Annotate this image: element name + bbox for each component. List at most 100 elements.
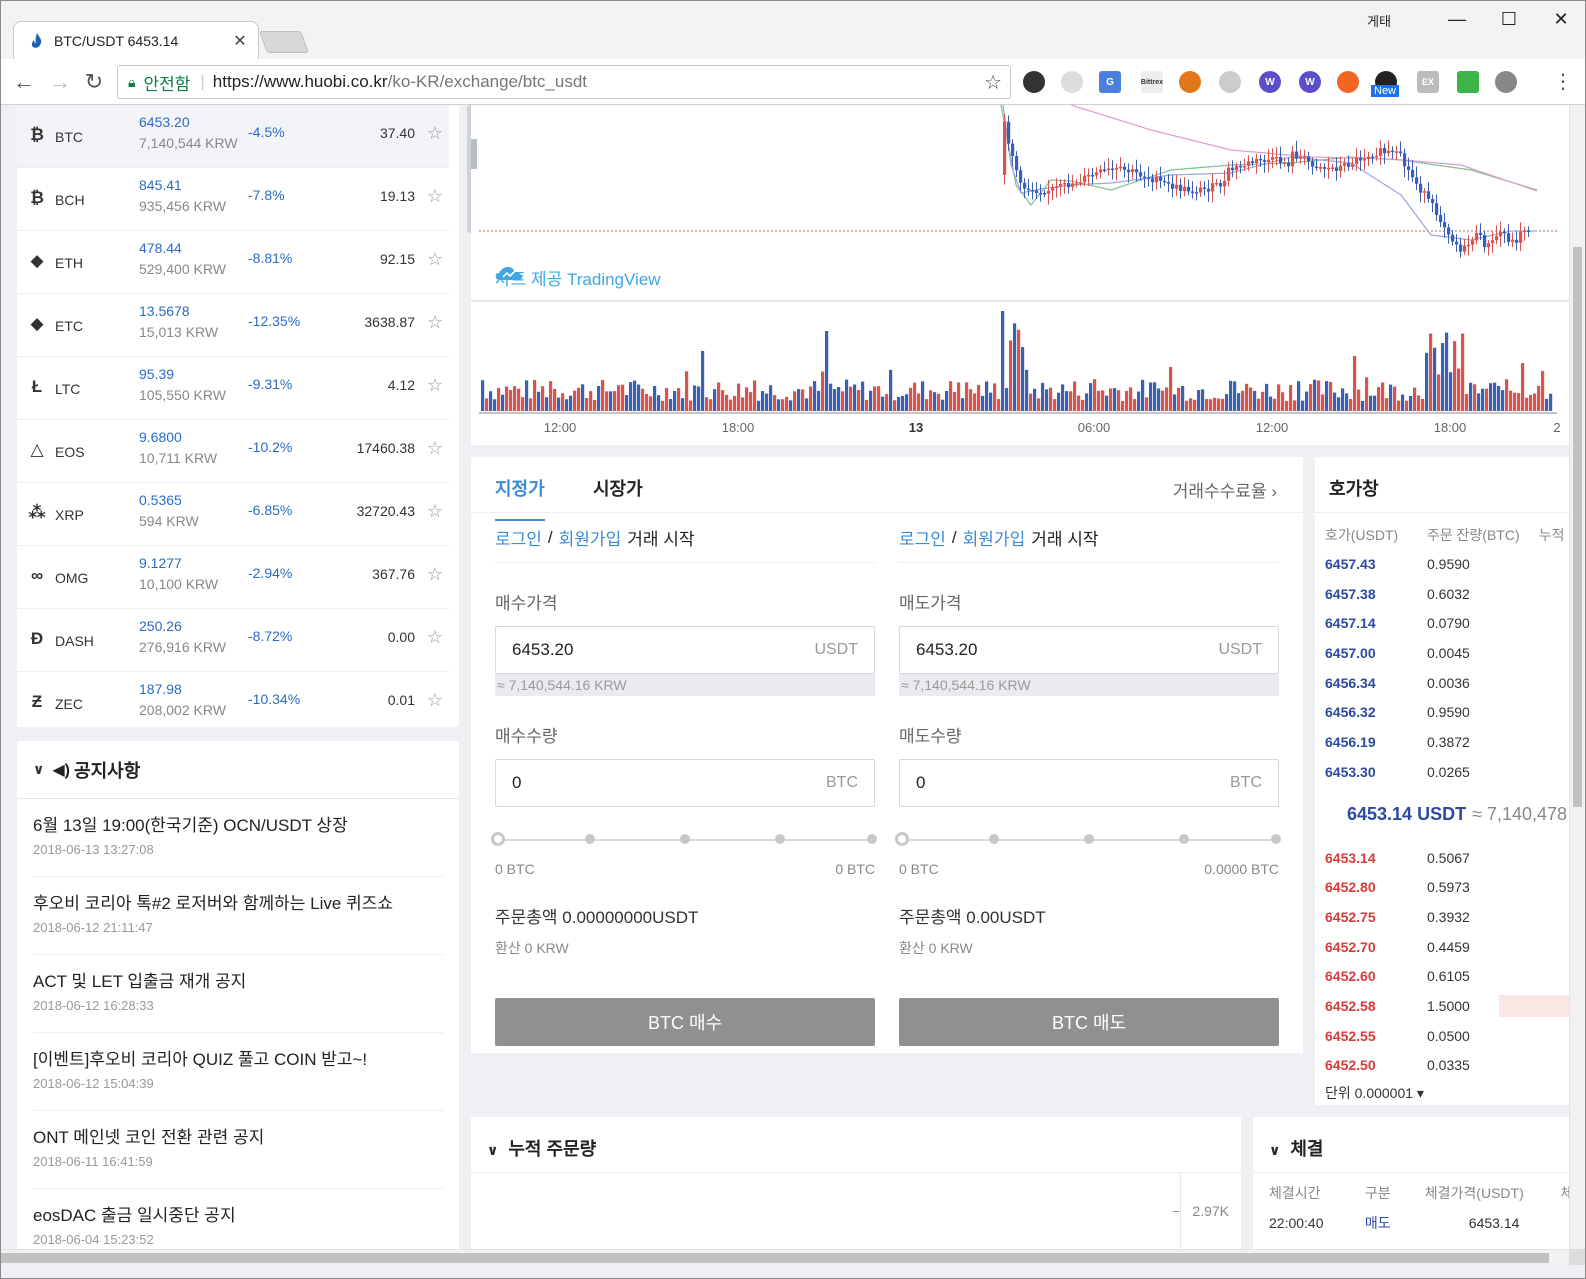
extension-ws-icon[interactable]: W bbox=[1299, 71, 1321, 93]
favorite-star-icon[interactable]: ☆ bbox=[427, 375, 443, 396]
trades-header[interactable]: ∨ 체결 bbox=[1253, 1117, 1569, 1173]
favorite-star-icon[interactable]: ☆ bbox=[427, 438, 443, 459]
notice-item[interactable]: eosDAC 출금 일시중단 공지 2018-06-04 15:23:52 bbox=[33, 1189, 443, 1249]
extension-ex-icon[interactable]: EX bbox=[1417, 71, 1439, 93]
market-row-omg[interactable]: ∞ OMG 9.1277 10,100 KRW -2.94% 367.76 ☆ bbox=[17, 546, 449, 609]
notice-item[interactable]: [이벤트]후오비 코리아 QUIZ 풀고 COIN 받고~! 2018-06-12… bbox=[33, 1033, 443, 1111]
favorite-star-icon[interactable]: ☆ bbox=[427, 312, 443, 333]
market-row-bch[interactable]: ₿ BCH 845.41 935,456 KRW -7.8% 19.13 ☆ bbox=[17, 168, 449, 231]
extension-chain-icon[interactable] bbox=[1495, 71, 1517, 93]
buy-price-input[interactable]: 6453.20 USDT bbox=[495, 626, 875, 674]
slider-step-75[interactable] bbox=[1179, 834, 1189, 844]
market-row-ltc[interactable]: Ł LTC 95.39 105,550 KRW -9.31% 4.12 ☆ bbox=[17, 357, 449, 420]
browser-tab[interactable]: BTC/USDT 6453.14 ✕ bbox=[13, 21, 259, 59]
slider-handle[interactable] bbox=[895, 832, 909, 846]
slider-handle[interactable] bbox=[491, 832, 505, 846]
minimize-icon[interactable]: — bbox=[1431, 1, 1483, 37]
orderbook-row[interactable]: 6456.34 0.0036 bbox=[1315, 668, 1569, 698]
price-unit-select[interactable]: 단위 0.000001 ▾ bbox=[1325, 1083, 1424, 1103]
orderbook-row[interactable]: 6452.55 0.0500 bbox=[1315, 1021, 1569, 1051]
back-icon[interactable]: ← bbox=[9, 67, 39, 97]
orderbook-row[interactable]: 6457.38 0.6032 bbox=[1315, 579, 1569, 609]
extension-lifebuoy-icon[interactable] bbox=[1337, 71, 1359, 93]
login-link[interactable]: 로그인 bbox=[495, 525, 542, 550]
orderbook-row[interactable]: 6457.00 0.0045 bbox=[1315, 638, 1569, 668]
slider-step-25[interactable] bbox=[989, 834, 999, 844]
favorite-star-icon[interactable]: ☆ bbox=[427, 690, 443, 711]
slider-step-100[interactable] bbox=[867, 834, 877, 844]
market-row-dash[interactable]: Đ DASH 250.26 276,916 KRW -8.72% 0.00 ☆ bbox=[17, 609, 449, 672]
login-link[interactable]: 로그인 bbox=[899, 525, 946, 550]
close-window-icon[interactable]: ✕ bbox=[1535, 1, 1585, 37]
extension-translate-icon[interactable]: G bbox=[1099, 71, 1121, 93]
depth-header[interactable]: ∨ 누적 주문량 bbox=[471, 1117, 1241, 1173]
orderbook-row[interactable]: 6452.75 0.3932 bbox=[1315, 902, 1569, 932]
maximize-icon[interactable]: ☐ bbox=[1483, 1, 1535, 37]
sell-price-input[interactable]: 6453.20 USDT bbox=[899, 626, 1279, 674]
sell-qty-input[interactable]: 0 BTC bbox=[899, 759, 1279, 807]
notice-header[interactable]: ∨ ◀︎) 공지사항 bbox=[17, 741, 459, 799]
extension-print-icon[interactable] bbox=[1457, 71, 1479, 93]
extension-circle-icon[interactable] bbox=[1061, 71, 1083, 93]
address-bar[interactable]: 🔒︎ 안전함 | https://www.huobi.co.kr /ko-KR/… bbox=[117, 65, 1011, 99]
orderbook-row[interactable]: 6457.43 0.9590 bbox=[1315, 549, 1569, 579]
signup-link[interactable]: 회원가입 bbox=[963, 525, 1026, 550]
sell-amount-slider[interactable] bbox=[895, 825, 1281, 855]
notice-item[interactable]: ACT 및 LET 입출금 재개 공지 2018-06-12 16:28:33 bbox=[33, 955, 443, 1033]
orderbook-row[interactable]: 6452.70 0.4459 bbox=[1315, 932, 1569, 962]
market-row-etc[interactable]: ◆ ETC 13.5678 15,013 KRW -12.35% 3638.87 ☆ bbox=[17, 294, 449, 357]
extension-metamask-icon[interactable] bbox=[1179, 71, 1201, 93]
orderbook-row[interactable]: 6456.19 0.3872 bbox=[1315, 727, 1569, 757]
market-row-eth[interactable]: ◆ ETH 478.44 529,400 KRW -8.81% 92.15 ☆ bbox=[17, 231, 449, 294]
browser-menu-icon[interactable]: ⋮ bbox=[1553, 69, 1573, 94]
orderbook-row[interactable]: 6452.50 0.0335 bbox=[1315, 1050, 1569, 1080]
vertical-scroll-thumb[interactable] bbox=[1573, 247, 1582, 807]
horizontal-scroll-thumb[interactable] bbox=[1, 1253, 1549, 1263]
bookmark-star-icon[interactable]: ☆ bbox=[984, 70, 1002, 95]
orderbook-row[interactable]: 6452.60 0.6105 bbox=[1315, 961, 1569, 991]
close-tab-icon[interactable]: ✕ bbox=[232, 31, 248, 51]
buy-amount-slider[interactable] bbox=[491, 825, 877, 855]
new-tab-button[interactable] bbox=[258, 31, 310, 53]
slider-step-75[interactable] bbox=[775, 834, 785, 844]
tab-limit-order[interactable]: 지정가 bbox=[495, 475, 545, 521]
market-row-btc[interactable]: ₿ BTC 6453.20 7,140,544 KRW -4.5% 37.40 ☆ bbox=[17, 105, 449, 168]
orderbook-row[interactable]: 6452.80 0.5973 bbox=[1315, 872, 1569, 902]
favorite-star-icon[interactable]: ☆ bbox=[427, 564, 443, 585]
tab-market-order[interactable]: 시장가 bbox=[593, 475, 643, 501]
favorite-star-icon[interactable]: ☆ bbox=[427, 627, 443, 648]
extension-target-icon[interactable] bbox=[1023, 71, 1045, 93]
sell-button[interactable]: BTC 매도 bbox=[899, 998, 1279, 1046]
orderbook-row[interactable]: 6453.30 0.0265 bbox=[1315, 757, 1569, 787]
extension-w-icon[interactable]: W bbox=[1259, 71, 1281, 93]
slider-step-25[interactable] bbox=[585, 834, 595, 844]
favorite-star-icon[interactable]: ☆ bbox=[427, 249, 443, 270]
forward-icon[interactable]: → bbox=[45, 67, 75, 97]
notice-item[interactable]: ONT 메인넷 코인 전환 관련 공지 2018-06-11 16:41:59 bbox=[33, 1111, 443, 1189]
extension-leaf-icon[interactable] bbox=[1219, 71, 1241, 93]
notice-item[interactable]: 6월 13일 19:00(한국기준) OCN/USDT 상장 2018-06-13… bbox=[33, 799, 443, 877]
buy-button[interactable]: BTC 매수 bbox=[495, 998, 875, 1046]
favorite-star-icon[interactable]: ☆ bbox=[427, 501, 443, 522]
slider-step-50[interactable] bbox=[680, 834, 690, 844]
signup-link[interactable]: 회원가입 bbox=[559, 525, 622, 550]
extension-bittrex-icon[interactable]: Bittrex bbox=[1141, 71, 1163, 93]
orderbook-row[interactable]: 6452.58 1.5000 bbox=[1315, 991, 1569, 1021]
notice-item[interactable]: 후오비 코리아 톡#2 로저버와 함께하는 Live 퀴즈쇼 2018-06-12… bbox=[33, 877, 443, 955]
favorite-star-icon[interactable]: ☆ bbox=[427, 186, 443, 207]
slider-step-50[interactable] bbox=[1084, 834, 1094, 844]
market-row-xrp[interactable]: ⁂ XRP 0.5365 594 KRW -6.85% 32720.43 ☆ bbox=[17, 483, 449, 546]
reload-icon[interactable]: ↻ bbox=[79, 67, 109, 97]
tradingview-watermark[interactable]: 차트 제공 TradingView bbox=[495, 265, 661, 290]
market-row-eos[interactable]: △ EOS 9.6800 10,711 KRW -10.2% 17460.38 ☆ bbox=[17, 420, 449, 483]
price-chart[interactable]: 12:00 18:00 13 06:00 12:00 18:00 2 차트 제공 Tradi… bbox=[471, 105, 1569, 445]
favorite-star-icon[interactable]: ☆ bbox=[427, 123, 443, 144]
page-horizontal-scrollbar[interactable] bbox=[1, 1249, 1569, 1265]
buy-qty-input[interactable]: 0 BTC bbox=[495, 759, 875, 807]
orderbook-row[interactable]: 6456.32 0.9590 bbox=[1315, 697, 1569, 727]
orderbook-row[interactable]: 6453.14 0.5067 bbox=[1315, 843, 1569, 873]
market-row-zec[interactable]: Ƶ ZEC 187.98 208,002 KRW -10.34% 0.01 ☆ bbox=[17, 672, 449, 735]
orderbook-row[interactable]: 6457.14 0.0790 bbox=[1315, 608, 1569, 638]
slider-step-100[interactable] bbox=[1271, 834, 1281, 844]
fee-rate-link[interactable]: 거래수수료율 › bbox=[1173, 477, 1277, 502]
